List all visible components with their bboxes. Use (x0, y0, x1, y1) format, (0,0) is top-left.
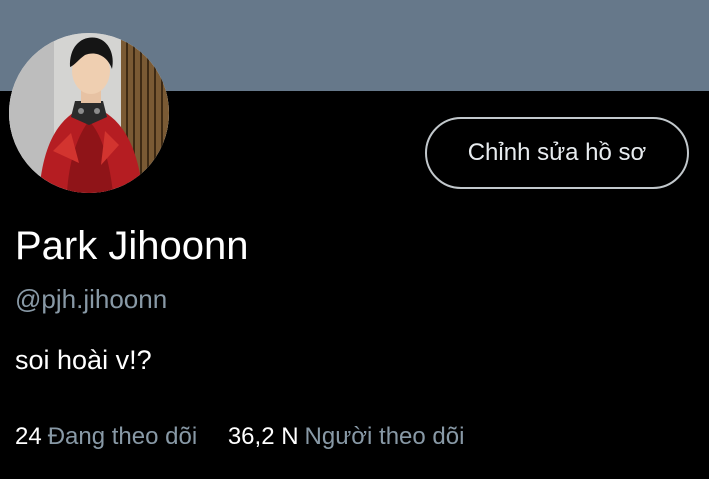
profile-display-name: Park Jihoonn (15, 224, 249, 268)
profile-page: Chỉnh sửa hồ sơ Park Jihoonn @pjh.jihoon… (0, 0, 709, 479)
followers-stat[interactable]: 36,2 N Người theo dõi (228, 420, 465, 454)
profile-bio: soi hoài v!? (15, 345, 152, 375)
avatar-photo (9, 33, 169, 193)
following-label: Đang theo dõi (47, 423, 198, 450)
profile-stats: 24 Đang theo dõi 36,2 N Người theo dõi (15, 420, 464, 454)
avatar[interactable] (9, 33, 169, 193)
edit-profile-button[interactable]: Chỉnh sửa hồ sơ (425, 117, 689, 189)
profile-handle: @pjh.jihoonn (15, 284, 168, 314)
followers-label: Người theo dõi (304, 423, 465, 450)
following-stat[interactable]: 24 Đang theo dõi (15, 420, 197, 454)
following-count: 24 (15, 423, 42, 450)
followers-count: 36,2 N (227, 423, 299, 450)
